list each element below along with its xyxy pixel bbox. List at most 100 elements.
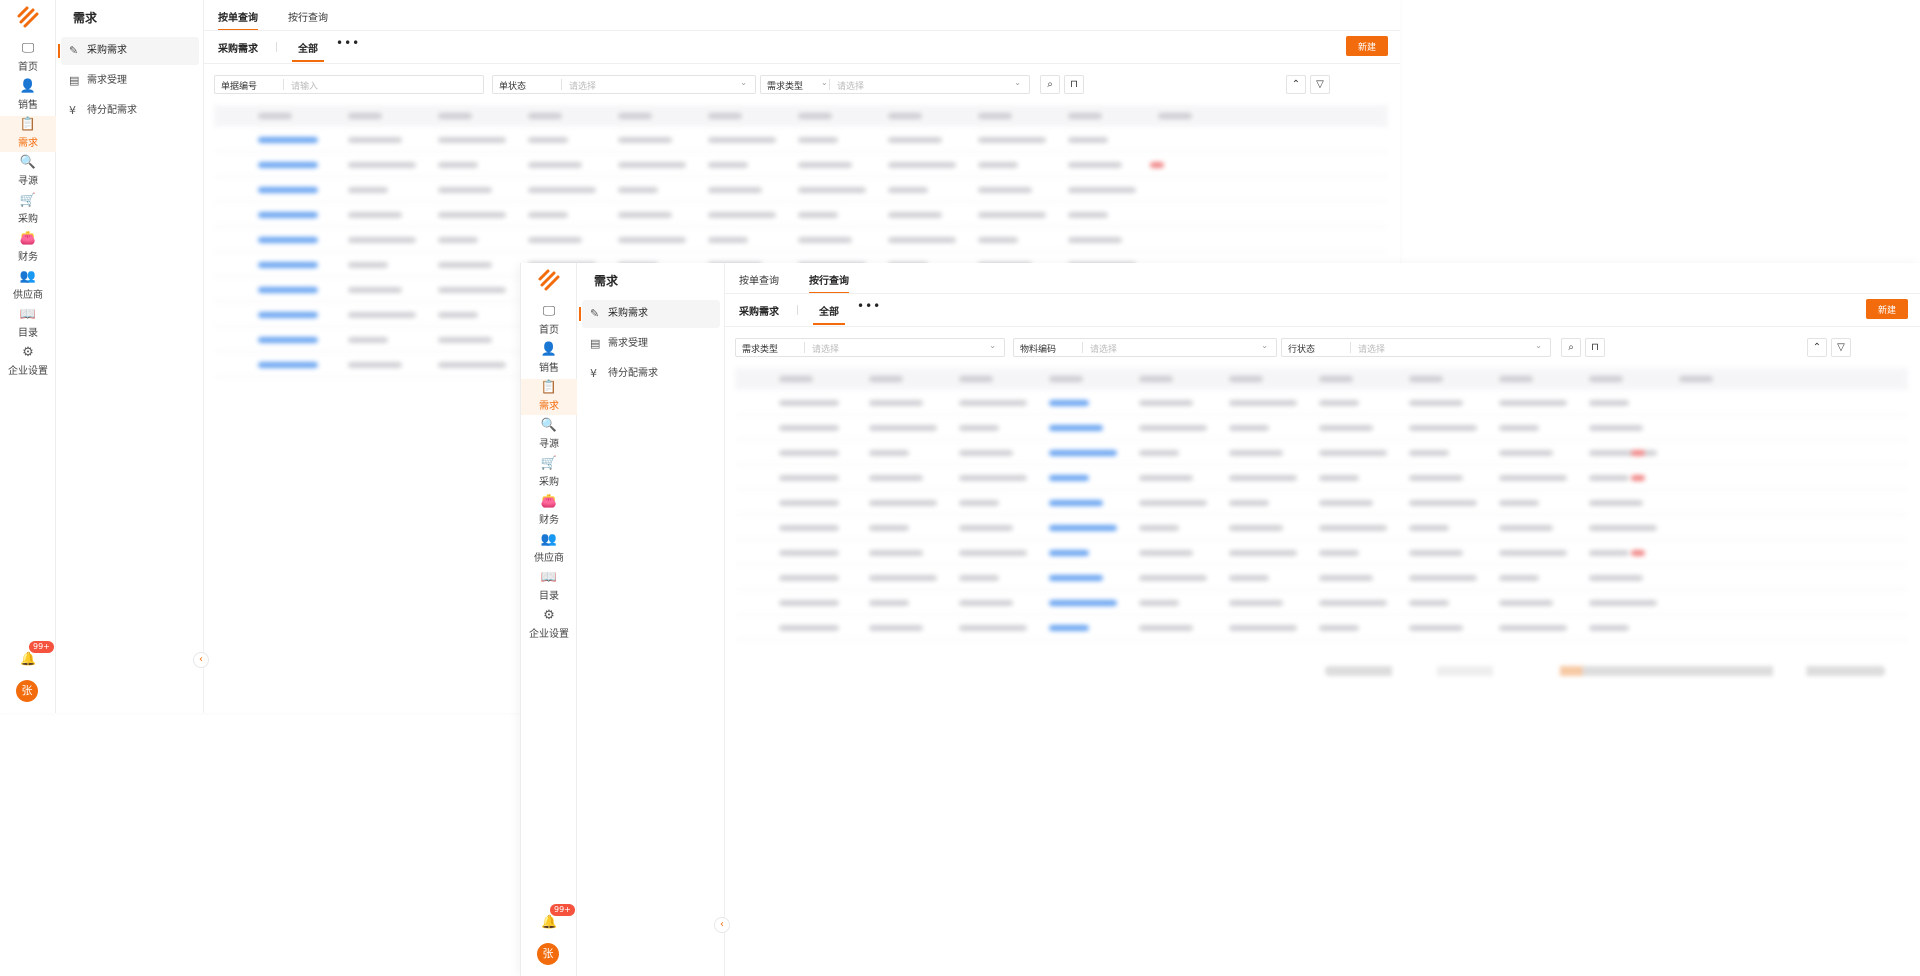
table-cell	[438, 287, 506, 293]
table-row[interactable]	[735, 515, 1908, 540]
table-row[interactable]	[214, 202, 1388, 227]
nav-item-0[interactable]: 🖵 首页	[521, 303, 577, 339]
sidebar-item-1[interactable]: ▤ 需求受理	[582, 330, 720, 358]
nav-item-6[interactable]: 👥 供应商	[0, 268, 56, 304]
row-action[interactable]	[1631, 550, 1645, 556]
table-row[interactable]	[735, 565, 1908, 590]
nav-item-2[interactable]: 📋 需求	[0, 116, 56, 152]
table-cell	[959, 525, 1013, 531]
table-cell	[978, 187, 1032, 193]
new-button[interactable]: 新建	[1346, 36, 1388, 56]
nav-item-4[interactable]: 🛒 采购	[521, 455, 577, 491]
basket-button[interactable]: ⊓	[1064, 75, 1084, 94]
collapse-filter-button[interactable]: ⌃	[1807, 338, 1827, 357]
nav-item-label: 首页	[539, 325, 559, 336]
avatar[interactable]: 张	[16, 680, 38, 702]
avatar[interactable]: 张	[537, 943, 559, 965]
table-cell	[1139, 500, 1207, 506]
filter-field-2[interactable]: 需求类型 请选择 ⌄ ⌄	[760, 75, 1030, 94]
table-cell	[348, 162, 416, 168]
table-row[interactable]	[214, 127, 1388, 152]
table-row[interactable]	[735, 390, 1908, 415]
nav-item-3[interactable]: 🔍 寻源	[521, 417, 577, 453]
row-action[interactable]	[1150, 162, 1164, 168]
table-cell	[1049, 500, 1103, 506]
table-row[interactable]	[214, 152, 1388, 177]
bell-icon[interactable]: 🔔 99+	[20, 641, 54, 668]
nav-item-5[interactable]: 👛 财务	[0, 230, 56, 266]
nav-item-4[interactable]: 🛒 采购	[0, 192, 56, 228]
tab-all[interactable]: 全部	[292, 40, 324, 62]
table-row[interactable]	[735, 540, 1908, 565]
filter-field-2[interactable]: 行状态 请选择 ⌄	[1281, 338, 1551, 357]
sub-header: 采购需求 全部 ••• 新建	[735, 293, 1920, 326]
table-cell	[1139, 575, 1207, 581]
table-cell	[1319, 550, 1359, 556]
table-row[interactable]	[735, 615, 1908, 640]
table-cell	[258, 337, 318, 343]
nav-item-8[interactable]: ⚙ 企业设置	[0, 344, 56, 380]
nav-item-1[interactable]: 👤 销售	[0, 78, 56, 114]
table-cell	[1139, 425, 1207, 431]
nav-item-5[interactable]: 👛 财务	[521, 493, 577, 529]
more-icon[interactable]: •••	[857, 299, 881, 313]
sidebar-item-0[interactable]: ✎ 采购需求	[579, 300, 720, 328]
sidebar-item-1[interactable]: ▤ 需求受理	[61, 67, 199, 95]
nav-item-0[interactable]: 🖵 首页	[0, 40, 56, 76]
filter-button[interactable]: ▽	[1310, 75, 1330, 94]
filter-field-0[interactable]: 单据编号 请输入	[214, 75, 484, 94]
table-cell	[1229, 400, 1297, 406]
table-cell	[1049, 525, 1117, 531]
table-cell	[1049, 425, 1103, 431]
table-row[interactable]	[735, 465, 1908, 490]
nav-item-label: 企业设置	[8, 366, 48, 377]
table-row[interactable]	[735, 440, 1908, 465]
basket-button[interactable]: ⊓	[1585, 338, 1605, 357]
table-cell	[1499, 500, 1539, 506]
filter-field-1[interactable]: 单状态 请选择 ⌄	[492, 75, 756, 94]
row-action[interactable]	[1631, 450, 1645, 456]
collapse-filter-button[interactable]: ⌃	[1286, 75, 1306, 94]
search-button[interactable]: ⌕	[1040, 75, 1060, 94]
table-row[interactable]	[214, 177, 1388, 202]
nav-item-6[interactable]: 👥 供应商	[521, 531, 577, 567]
nav-item-3[interactable]: 🔍 寻源	[0, 154, 56, 190]
header-cell	[1049, 376, 1083, 382]
row-action[interactable]	[1631, 475, 1645, 481]
more-icon[interactable]: •••	[336, 36, 360, 50]
table-row[interactable]	[214, 227, 1388, 252]
nav-item-8[interactable]: ⚙ 企业设置	[521, 607, 577, 643]
search-button[interactable]: ⌕	[1561, 338, 1581, 357]
wallet-icon: 👛	[540, 494, 558, 509]
tab-0[interactable]: 按单查询	[739, 272, 779, 287]
table-row[interactable]	[735, 490, 1908, 515]
tab-1[interactable]: 按行查询	[809, 272, 849, 294]
table-cell	[959, 625, 1027, 631]
new-button[interactable]: 新建	[1866, 299, 1908, 319]
table-cell	[798, 137, 838, 143]
bell-icon[interactable]: 🔔 99+	[541, 904, 575, 931]
filter-field-0[interactable]: 需求类型 请选择 ⌄	[735, 338, 1005, 357]
sidebar-item-0[interactable]: ✎ 采购需求	[58, 37, 199, 65]
table-cell	[1049, 450, 1117, 456]
nav-item-2[interactable]: 📋 需求	[521, 379, 577, 415]
table-row[interactable]	[735, 590, 1908, 615]
nav-item-1[interactable]: 👤 销售	[521, 341, 577, 377]
tab-1[interactable]: 按行查询	[288, 9, 328, 24]
sidebar-item-2[interactable]: ¥ 待分配需求	[582, 360, 720, 388]
filter-button[interactable]: ▽	[1831, 338, 1851, 357]
tab-all[interactable]: 全部	[813, 303, 845, 325]
table-cell	[618, 162, 686, 168]
nav-item-label: 财务	[539, 515, 559, 526]
tab-0[interactable]: 按单查询	[218, 9, 258, 31]
table-cell	[888, 162, 956, 168]
sidebar-item-2[interactable]: ¥ 待分配需求	[61, 97, 199, 125]
nav-item-7[interactable]: 📖 目录	[521, 569, 577, 605]
nav-item-7[interactable]: 📖 目录	[0, 306, 56, 342]
pagination[interactable]	[1325, 666, 1885, 676]
filter-field-1[interactable]: 物料编码 请选择 ⌄	[1013, 338, 1277, 357]
table-cell	[1229, 425, 1269, 431]
table-cell	[1229, 475, 1297, 481]
filter-label: 物料编码	[1020, 345, 1057, 355]
table-row[interactable]	[735, 415, 1908, 440]
